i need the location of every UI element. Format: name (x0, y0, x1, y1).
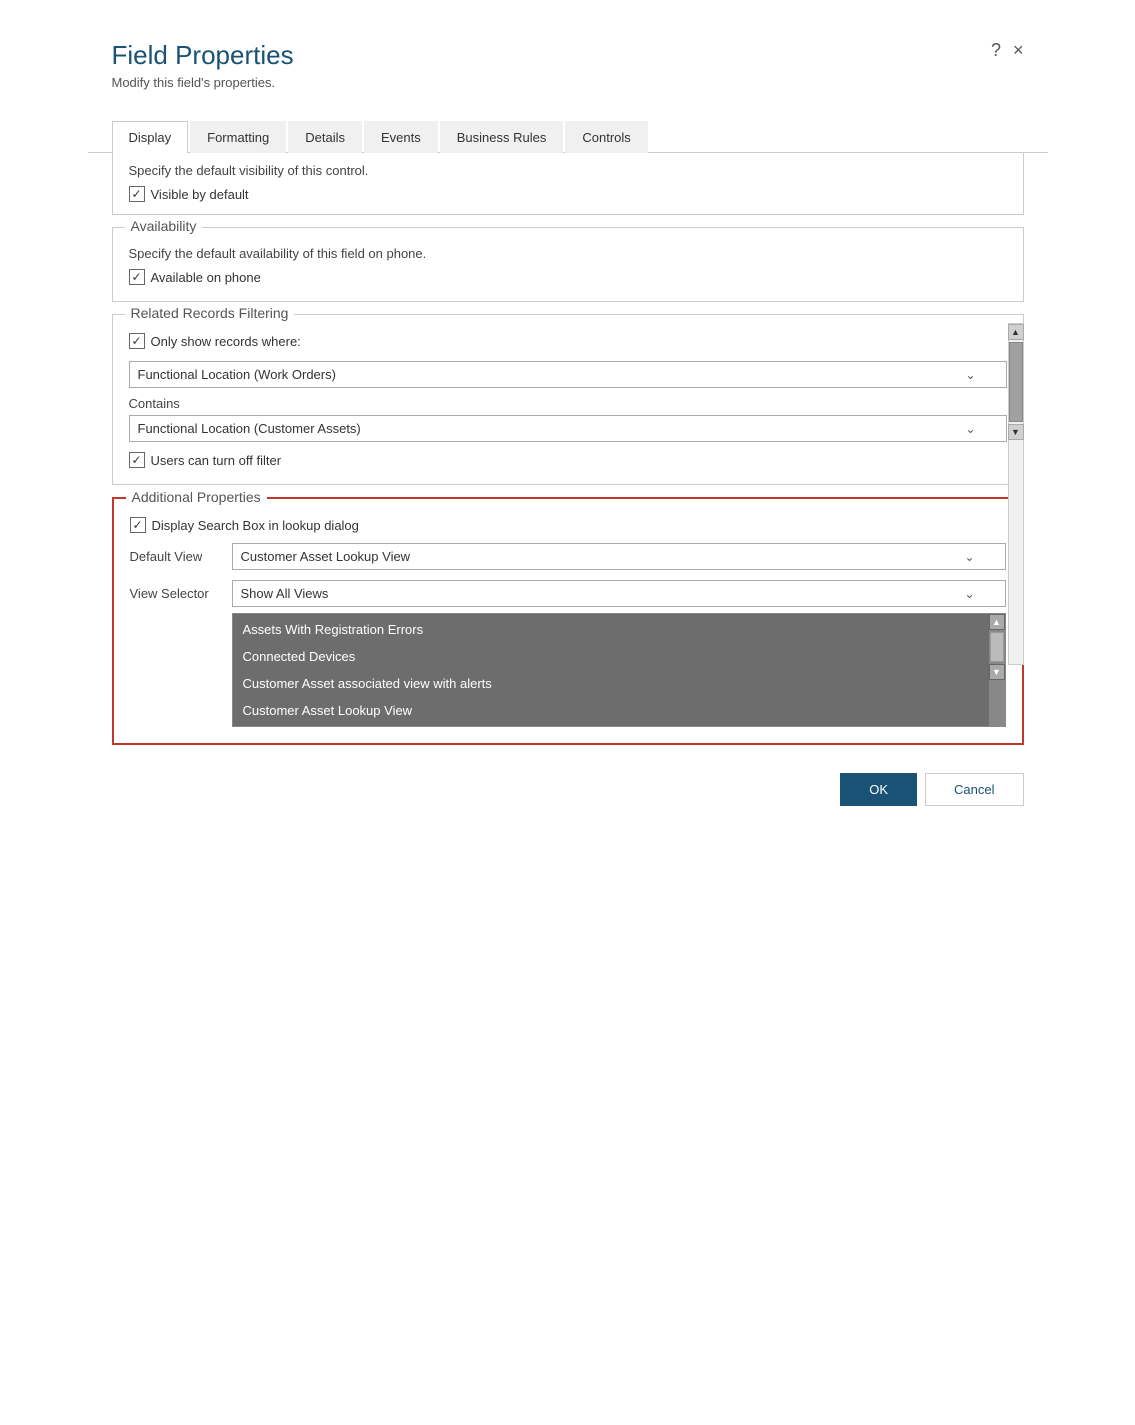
cancel-button[interactable]: Cancel (925, 773, 1023, 806)
search-box-checkbox[interactable] (130, 517, 146, 533)
available-on-phone-row: Available on phone (129, 269, 1007, 285)
second-dropdown-row: Functional Location (Customer Assets) ⌄ (129, 415, 1007, 442)
tab-bar: Display Formatting Details Events Busine… (88, 120, 1048, 153)
dialog-controls: ? × (991, 40, 1024, 61)
list-item[interactable]: Customer Asset associated view with aler… (233, 670, 989, 697)
availability-section: Availability Specify the default availab… (112, 227, 1024, 302)
default-view-value: Customer Asset Lookup View (241, 549, 411, 564)
view-selector-row: View Selector Show All Views ⌄ (130, 580, 1006, 607)
default-view-arrow: ⌄ (964, 550, 974, 564)
related-records-content: Only show records where: Functional Loca… (129, 333, 1007, 468)
additional-properties-title: Additional Properties (126, 489, 267, 505)
default-view-row: Default View Customer Asset Lookup View … (130, 543, 1006, 570)
tab-business-rules[interactable]: Business Rules (440, 121, 564, 153)
only-show-records-label: Only show records where: (151, 334, 301, 349)
first-dropdown-row: Functional Location (Work Orders) ⌄ (129, 361, 1007, 388)
dialog-title: Field Properties (112, 40, 294, 71)
filter-checkbox[interactable] (129, 452, 145, 468)
view-selector-dropdown[interactable]: Show All Views ⌄ (232, 580, 1006, 607)
second-dropdown-value: Functional Location (Customer Assets) (138, 421, 361, 436)
first-dropdown-value: Functional Location (Work Orders) (138, 367, 336, 382)
search-box-checkbox-label: Display Search Box in lookup dialog (152, 518, 359, 533)
view-selector-arrow: ⌄ (964, 587, 974, 601)
first-dropdown[interactable]: Functional Location (Work Orders) ⌄ (129, 361, 1007, 388)
search-box-checkbox-row: Display Search Box in lookup dialog (130, 517, 1006, 533)
dialog-subtitle: Modify this field's properties. (112, 75, 294, 90)
visibility-section: Specify the default visibility of this c… (112, 153, 1024, 215)
dropdown-scroll-thumb[interactable] (990, 632, 1004, 662)
related-records-section: Related Records Filtering Only show reco… (112, 314, 1024, 485)
views-dropdown-list: Assets With Registration Errors Connecte… (232, 613, 1006, 727)
list-item[interactable]: Assets With Registration Errors (233, 616, 989, 643)
first-dropdown-arrow: ⌄ (965, 368, 975, 382)
additional-properties-section: Additional Properties Display Search Box… (112, 497, 1024, 745)
scroll-thumb[interactable] (1009, 342, 1023, 422)
available-on-phone-label: Available on phone (151, 270, 261, 285)
dialog-footer: OK Cancel (88, 757, 1048, 822)
dropdown-list-items: Assets With Registration Errors Connecte… (233, 614, 989, 726)
visible-by-default-label: Visible by default (151, 187, 249, 202)
contains-label: Contains (129, 396, 1007, 411)
filter-checkbox-label: Users can turn off filter (151, 453, 282, 468)
availability-title: Availability (125, 218, 203, 234)
view-selector-label: View Selector (130, 586, 220, 601)
help-button[interactable]: ? (991, 40, 1001, 61)
available-on-phone-checkbox[interactable] (129, 269, 145, 285)
tab-display[interactable]: Display (112, 121, 189, 153)
scroll-up-button[interactable]: ▲ (1008, 324, 1024, 340)
view-selector-value: Show All Views (241, 586, 329, 601)
only-show-records-checkbox[interactable] (129, 333, 145, 349)
filter-checkbox-row: Users can turn off filter (129, 452, 1007, 468)
default-view-label: Default View (130, 549, 220, 564)
list-item[interactable]: Connected Devices (233, 643, 989, 670)
close-button[interactable]: × (1013, 40, 1024, 61)
default-view-dropdown[interactable]: Customer Asset Lookup View ⌄ (232, 543, 1006, 570)
availability-description: Specify the default availability of this… (129, 246, 1007, 261)
tab-events[interactable]: Events (364, 121, 438, 153)
second-dropdown[interactable]: Functional Location (Customer Assets) ⌄ (129, 415, 1007, 442)
right-scrollbar: ▲ ▼ (1008, 323, 1024, 665)
only-show-records-row: Only show records where: (129, 333, 1007, 349)
additional-properties-content: Display Search Box in lookup dialog Defa… (130, 517, 1006, 727)
visibility-description: Specify the default visibility of this c… (129, 163, 1007, 178)
dialog-title-area: Field Properties Modify this field's pro… (112, 40, 294, 90)
dropdown-scroll-up[interactable]: ▲ (989, 614, 1005, 630)
tab-details[interactable]: Details (288, 121, 362, 153)
ok-button[interactable]: OK (840, 773, 917, 806)
second-dropdown-arrow: ⌄ (965, 422, 975, 436)
visible-by-default-row: Visible by default (129, 186, 1007, 202)
scroll-down-button[interactable]: ▼ (1008, 424, 1024, 440)
dropdown-scrollbar: ▲ ▼ (989, 614, 1005, 726)
list-item[interactable]: Customer Asset Lookup View (233, 697, 989, 724)
tab-controls[interactable]: Controls (565, 121, 647, 153)
visible-by-default-checkbox[interactable] (129, 186, 145, 202)
availability-content: Specify the default availability of this… (129, 246, 1007, 285)
related-records-title: Related Records Filtering (125, 305, 295, 321)
tab-formatting[interactable]: Formatting (190, 121, 286, 153)
dropdown-scroll-down[interactable]: ▼ (989, 664, 1005, 680)
